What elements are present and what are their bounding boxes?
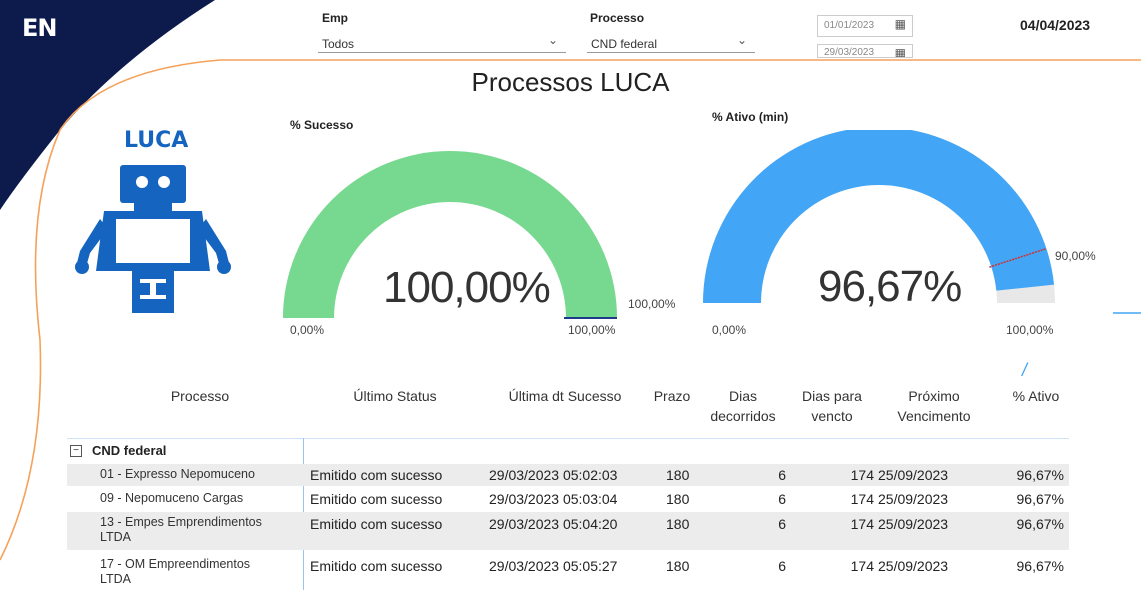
header-dias-decorridos[interactable]: Dias decorridos [700, 386, 786, 426]
row-process-name: 17 - OM Empreendimentos LTDA [100, 557, 250, 587]
row-prazo: 180 [666, 491, 690, 507]
sucesso-gauge-title: % Sucesso [290, 118, 354, 132]
emp-filter-label: Emp [322, 11, 349, 25]
row-decorridos: 6 [778, 558, 786, 574]
date-start-input[interactable]: 01/01/2023 ▦ [817, 15, 913, 37]
header-ativo[interactable]: % Ativo [996, 386, 1076, 406]
row-process-name: 13 - Empes Emprendimentos LTDA [100, 515, 262, 545]
row-process-name: 01 - Expresso Nepomuceno [100, 467, 255, 481]
header-ultimo-status[interactable]: Último Status [320, 386, 470, 406]
ativo-gauge-target-label: 90,00% [1055, 249, 1096, 263]
sucesso-gauge-min: 0,00% [290, 323, 325, 337]
row-decorridos: 6 [778, 516, 786, 532]
ativo-gauge-title: % Ativo (min) [712, 110, 789, 124]
page-title: Processos LUCA [471, 67, 670, 97]
row-para: 174 [850, 516, 874, 532]
calendar-icon: ▦ [894, 17, 906, 31]
header-proximo-line1: Próximo [908, 388, 960, 404]
row-para: 174 [850, 491, 874, 507]
row-date: 29/03/2023 05:05:27 [489, 558, 618, 574]
row-status: Emitido com sucesso [310, 558, 443, 574]
row-para: 174 [850, 467, 874, 483]
row-ativo: 96,67% [1016, 491, 1064, 507]
robot-icon [75, 165, 231, 313]
row-process-name-line1: 17 - OM Empreendimentos [100, 557, 251, 571]
cursor-mark: / [1022, 360, 1028, 380]
row-decorridos: 6 [778, 467, 786, 483]
row-para: 174 [850, 558, 874, 574]
header-divider [67, 438, 1069, 439]
emp-dropdown[interactable]: Todos ⌄ [318, 31, 566, 53]
row-prazo: 180 [666, 516, 690, 532]
sucesso-gauge-target-label: 100,00% [628, 297, 676, 311]
row-process-name-line2: LTDA [100, 572, 132, 586]
robot-label: LUCA [124, 128, 189, 153]
processo-dropdown[interactable]: CND federal ⌄ [587, 31, 755, 53]
sucesso-gauge-max: 100,00% [568, 323, 616, 337]
row-proximo: 25/09/2023 [878, 467, 949, 483]
processo-dropdown-value: CND federal [591, 37, 658, 51]
row-status: Emitido com sucesso [310, 467, 443, 483]
date-start-value: 01/01/2023 [824, 20, 875, 31]
row-status: Emitido com sucesso [310, 491, 443, 507]
date-end-value: 29/03/2023 [824, 47, 875, 58]
row-ativo: 96,67% [1016, 467, 1064, 483]
header-dias-para-line2: vencto [811, 408, 853, 424]
emp-dropdown-value: Todos [322, 37, 355, 51]
row-decorridos: 6 [778, 491, 786, 507]
header-prazo[interactable]: Prazo [648, 386, 696, 406]
header-processo[interactable]: Processo [120, 386, 280, 406]
ativo-gauge-max: 100,00% [1006, 323, 1054, 337]
row-prazo: 180 [666, 558, 690, 574]
ativo-gauge-value: 96,67% [818, 262, 962, 311]
ativo-gauge-min: 0,00% [712, 323, 747, 337]
current-date: 04/04/2023 [1020, 17, 1091, 33]
company-logo: EN [22, 14, 57, 42]
row-proximo: 25/09/2023 [878, 558, 949, 574]
header-dias-para[interactable]: Dias para vencto [790, 386, 874, 426]
row-process-name: 09 - Nepomuceno Cargas [100, 491, 244, 505]
chevron-down-icon: ⌄ [736, 33, 747, 47]
calendar-icon: ▦ [894, 46, 906, 58]
orange-side-arc [0, 129, 61, 561]
collapse-icon[interactable]: − [70, 445, 82, 457]
header-dias-decorridos-line2: decorridos [710, 408, 776, 424]
row-ativo: 96,67% [1016, 516, 1064, 532]
row-process-name-line1: 13 - Empes Emprendimentos [100, 515, 262, 529]
processo-filter-label: Processo [590, 11, 645, 25]
header-dias-para-line1: Dias para [802, 388, 862, 404]
row-status: Emitido com sucesso [310, 516, 443, 532]
header-proximo[interactable]: Próximo Vencimento [884, 386, 984, 426]
group-label: CND federal [92, 443, 167, 458]
chevron-down-icon: ⌄ [547, 33, 558, 47]
row-date: 29/03/2023 05:02:03 [489, 467, 618, 483]
header-proximo-line2: Vencimento [897, 408, 971, 424]
row-process-name-line2: LTDA [100, 530, 132, 544]
row-proximo: 25/09/2023 [878, 491, 949, 507]
header-ultima-dt[interactable]: Última dt Sucesso [490, 386, 640, 406]
row-date: 29/03/2023 05:04:20 [489, 516, 618, 532]
date-end-input[interactable]: 29/03/2023 ▦ [817, 44, 913, 58]
row-ativo: 96,67% [1016, 558, 1064, 574]
row-date: 29/03/2023 05:03:04 [489, 491, 618, 507]
header-dias-decorridos-line1: Dias [728, 388, 757, 404]
row-prazo: 180 [666, 467, 690, 483]
sucesso-gauge-value: 100,00% [383, 263, 551, 312]
row-proximo: 25/09/2023 [878, 516, 949, 532]
